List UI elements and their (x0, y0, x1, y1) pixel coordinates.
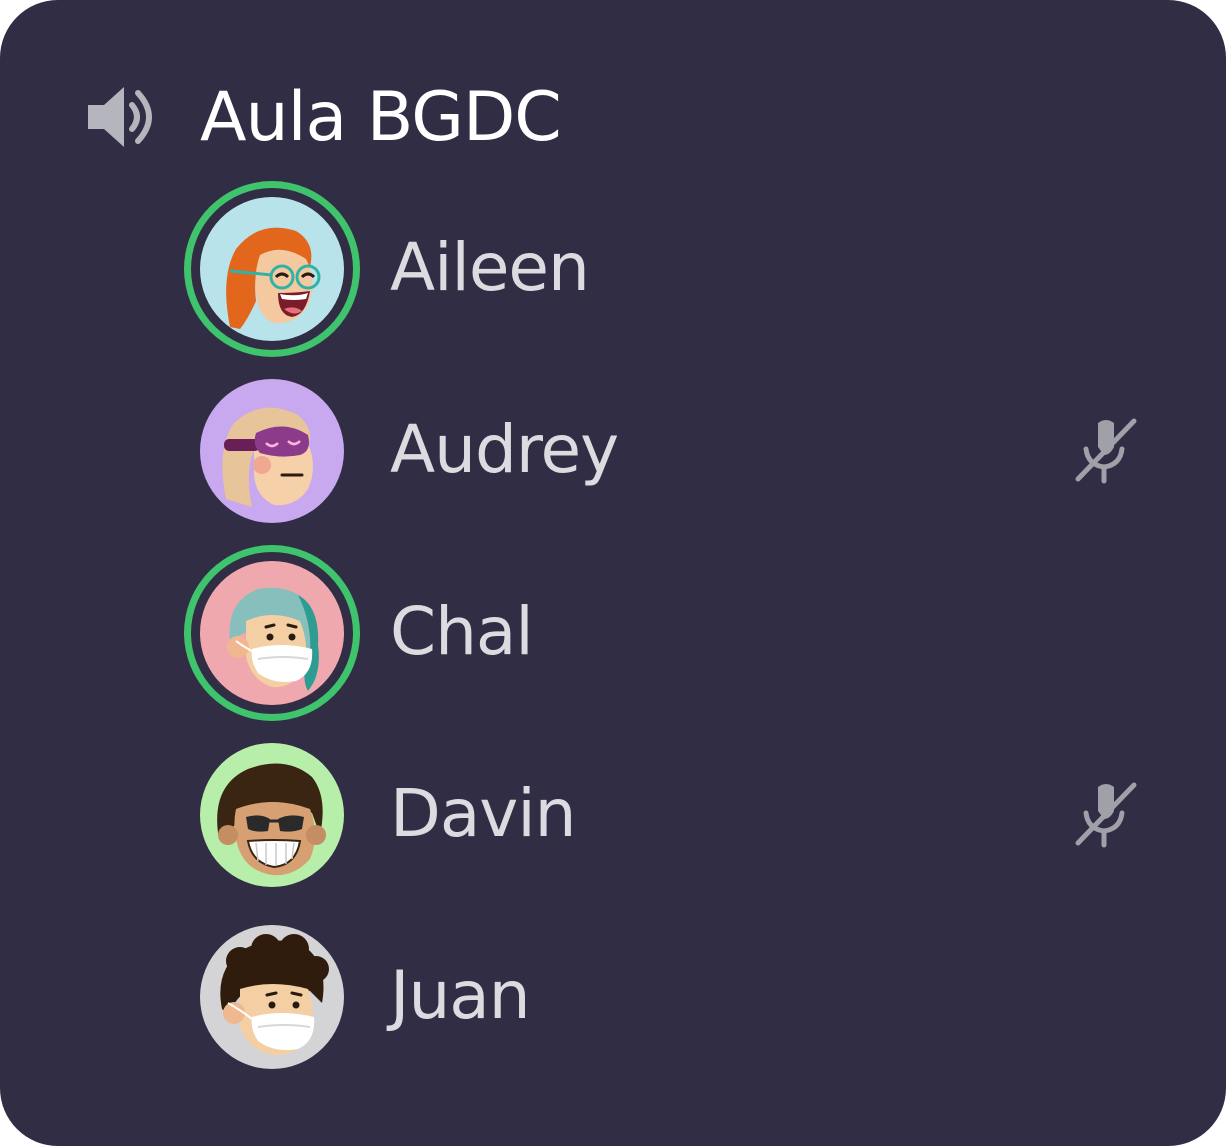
muted-microphone-icon (1074, 417, 1138, 485)
member-name: Chal (390, 592, 534, 670)
voice-channel-panel: Aula BGDC Aileen Audrey Chal Davin Juan (0, 0, 1226, 1146)
avatar (200, 379, 344, 523)
member-name: Davin (390, 774, 576, 852)
avatar (200, 561, 344, 705)
voice-channel-header[interactable]: Aula BGDC (86, 74, 562, 160)
speaking-ring (184, 181, 360, 357)
speaking-ring (184, 545, 360, 721)
member-item-aileen[interactable]: Aileen (184, 181, 1164, 357)
member-item-chal[interactable]: Chal (184, 545, 1164, 721)
member-name: Juan (390, 956, 531, 1034)
muted-microphone-icon (1074, 781, 1138, 849)
avatar (200, 197, 344, 341)
member-item-audrey[interactable]: Audrey (184, 363, 1164, 539)
member-item-davin[interactable]: Davin (184, 727, 1164, 903)
channel-name: Aula BGDC (200, 77, 562, 157)
avatar (200, 925, 344, 1069)
member-name: Audrey (390, 410, 619, 488)
member-item-juan[interactable]: Juan (184, 909, 1164, 1085)
member-name: Aileen (390, 228, 590, 306)
avatar (200, 743, 344, 887)
speaker-icon (88, 87, 152, 147)
